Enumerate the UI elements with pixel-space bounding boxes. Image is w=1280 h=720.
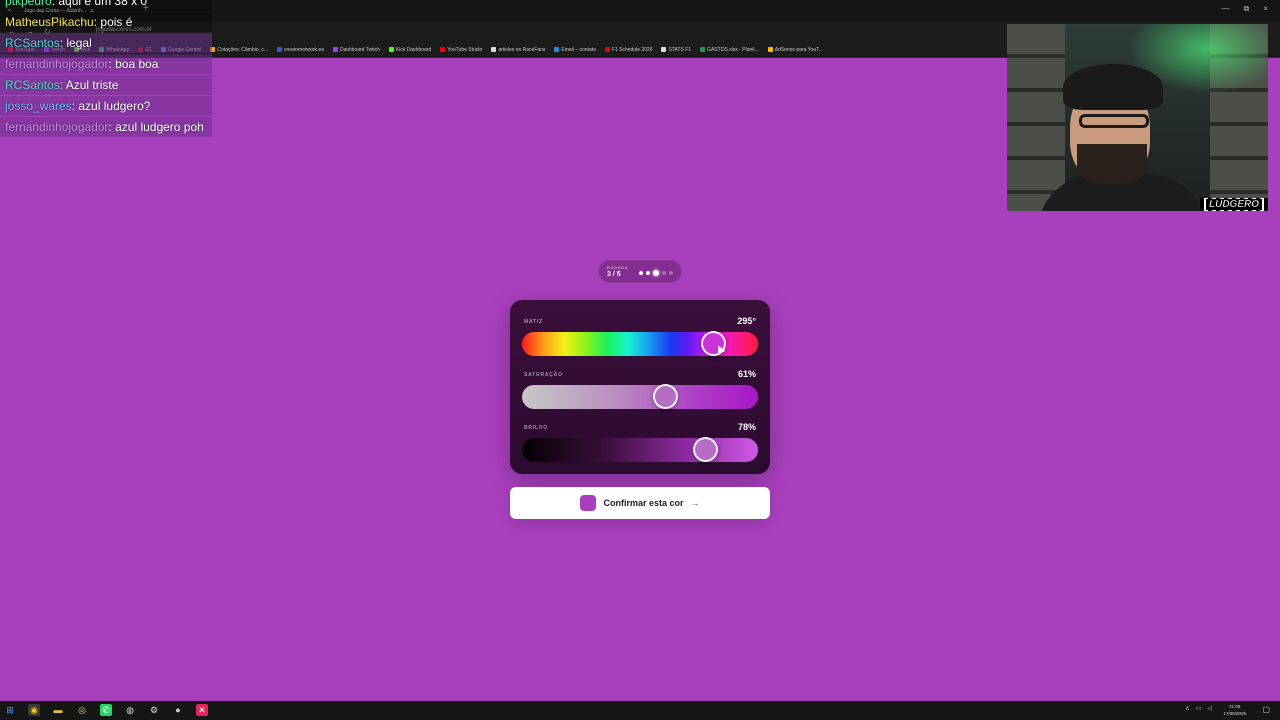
brightness-label: BRILHO	[524, 425, 548, 431]
bookmark-item[interactable]: Dashboard Twitch	[333, 47, 380, 53]
streamer-glasses	[1079, 114, 1149, 128]
settings-icon[interactable]: ⚙	[148, 704, 160, 716]
bookmark-favicon-icon	[388, 47, 394, 52]
chat-username: josso_wares	[5, 99, 72, 113]
chat-text: azul ludgero poh	[115, 120, 204, 134]
volume-icon[interactable]: ◁	[1207, 705, 1212, 712]
bookmark-item[interactable]: AdSense para YouT...	[767, 47, 823, 53]
steam-icon[interactable]: ◍	[124, 704, 136, 716]
bookmark-item[interactable]: Cotações: Câmbio, c...	[210, 47, 268, 53]
bookmark-favicon-icon	[440, 47, 446, 52]
chat-text: legal	[66, 36, 92, 50]
bookmark-item[interactable]: F1 Schedule 2026	[604, 47, 652, 53]
chat-text: Azul triste	[65, 78, 119, 92]
round-value: 3 / 5	[607, 271, 621, 278]
system-tray: ∧ ▭ ◁	[1185, 705, 1212, 712]
stream-chat-overlay: ptkpedro: aqui e um 38 x 0 MatheusPikachu…	[0, 0, 212, 137]
bookmark-item[interactable]: articles on RaceFans	[491, 47, 545, 53]
taskbar-apps: ⊞ ◉ ▬ ◎ ✆ ◍ ⚙ ● ✕	[4, 704, 208, 716]
chat-username: fernandinhojogador	[5, 120, 109, 134]
saturation-slider[interactable]	[522, 384, 758, 409]
bookmark-item[interactable]: GASTOS.xlsx - Planil...	[700, 47, 759, 53]
chat-message: fernandinhojogador: azul ludgero poh	[0, 117, 212, 137]
round-dot	[639, 271, 643, 275]
brightness-slider-thumb[interactable]	[693, 437, 718, 462]
network-icon[interactable]: ▭	[1196, 705, 1202, 712]
chat-username: fernandinhojogador	[5, 57, 109, 71]
window-controls: — ⧉ ×	[1222, 4, 1268, 14]
notifications-icon[interactable]: ▢	[1262, 705, 1270, 714]
bookmark-favicon-icon	[661, 47, 667, 52]
bookmark-favicon-icon	[333, 47, 338, 52]
chat-message: ptkpedro: aqui e um 38 x 0	[0, 0, 212, 11]
maximize-button[interactable]: ⧉	[1244, 4, 1250, 14]
bookmark-favicon-icon	[700, 47, 706, 52]
minimize-button[interactable]: —	[1222, 4, 1230, 14]
chat-message: fernandinhojogador: boa boa	[0, 54, 212, 74]
file-explorer-icon[interactable]: ▬	[52, 704, 64, 716]
saturation-value: 61%	[737, 369, 756, 379]
obs-icon[interactable]: ●	[172, 704, 184, 716]
arrow-right-icon: →	[690, 498, 700, 508]
round-progress-dots	[639, 270, 673, 276]
round-dot	[669, 271, 673, 275]
chat-username: MatheusPikachu	[5, 15, 94, 29]
streamer-beard	[1077, 144, 1147, 184]
round-indicator: RODADA 3 / 5	[598, 260, 682, 283]
bookmark-favicon-icon	[554, 47, 560, 52]
bookmark-item[interactable]: YouTube Studio	[440, 47, 482, 53]
webcam-feed: LUDGERO	[1007, 24, 1268, 211]
brightness-slider[interactable]	[522, 437, 758, 462]
round-dot	[662, 271, 666, 275]
chat-message: RCSantos: legal	[0, 33, 212, 53]
color-picker-card: MATIZ 295° SATURAÇÃO 61% BRILHO 78%	[510, 300, 770, 474]
chat-text: aqui e um 38 x 0	[58, 0, 148, 8]
bookmark-item[interactable]: Email – contato	[554, 47, 596, 53]
saturation-slider-thumb[interactable]	[653, 384, 678, 409]
whatsapp-icon[interactable]: ✆	[100, 704, 112, 716]
hue-value: 295°	[737, 316, 756, 326]
app-icon[interactable]: ◎	[76, 704, 88, 716]
bookmark-favicon-icon	[604, 47, 610, 52]
chat-username: ptkpedro	[5, 0, 52, 8]
bookmark-favicon-icon	[767, 47, 773, 52]
chat-message: RCSantos: Azul triste	[0, 75, 212, 95]
confirm-color-label: Confirmar esta cor	[603, 498, 684, 508]
bookmark-favicon-icon	[491, 47, 497, 52]
hue-slider[interactable]	[522, 331, 758, 356]
bookmark-item[interactable]: creatornetwork.ea	[276, 47, 324, 53]
bookmark-item[interactable]: Kick Dashboard	[388, 47, 431, 53]
chat-text: boa boa	[115, 57, 159, 71]
app-pink-icon[interactable]: ✕	[196, 704, 208, 716]
confirm-color-button[interactable]: Confirmar esta cor →	[510, 487, 770, 519]
webcam-logo: LUDGERO	[1200, 198, 1268, 211]
saturation-label: SATURAÇÃO	[524, 372, 563, 378]
round-dot	[646, 271, 650, 275]
hue-label: MATIZ	[524, 319, 543, 325]
chat-text: pois é	[100, 15, 133, 29]
chat-text: azul ludgero?	[78, 99, 151, 113]
tray-chevron-icon[interactable]: ∧	[1185, 705, 1189, 712]
windows-taskbar: ⊞ ◉ ▬ ◎ ✆ ◍ ⚙ ● ✕ ∧ ▭ ◁ 21:09 17/08/2026…	[0, 701, 1280, 720]
streamer-cap	[1063, 64, 1163, 110]
selected-color-swatch	[580, 495, 597, 511]
bookmark-item[interactable]: STATS F1	[661, 47, 691, 53]
chat-username: RCSantos	[5, 78, 60, 92]
chrome-icon[interactable]: ◉	[28, 704, 40, 716]
bookmark-favicon-icon	[276, 47, 282, 52]
taskbar-clock[interactable]: 21:09 17/08/2026	[1223, 703, 1246, 717]
start-icon[interactable]: ⊞	[4, 704, 16, 716]
brightness-value: 78%	[737, 422, 756, 432]
bookshelf-left	[1007, 24, 1065, 211]
chat-username: RCSantos	[5, 36, 60, 50]
round-label: RODADA	[607, 265, 629, 270]
close-window-button[interactable]: ×	[1263, 4, 1268, 14]
round-dot	[653, 270, 659, 276]
chat-message: MatheusPikachu: pois é	[0, 12, 212, 32]
chat-message: josso_wares: azul ludgero?	[0, 96, 212, 116]
